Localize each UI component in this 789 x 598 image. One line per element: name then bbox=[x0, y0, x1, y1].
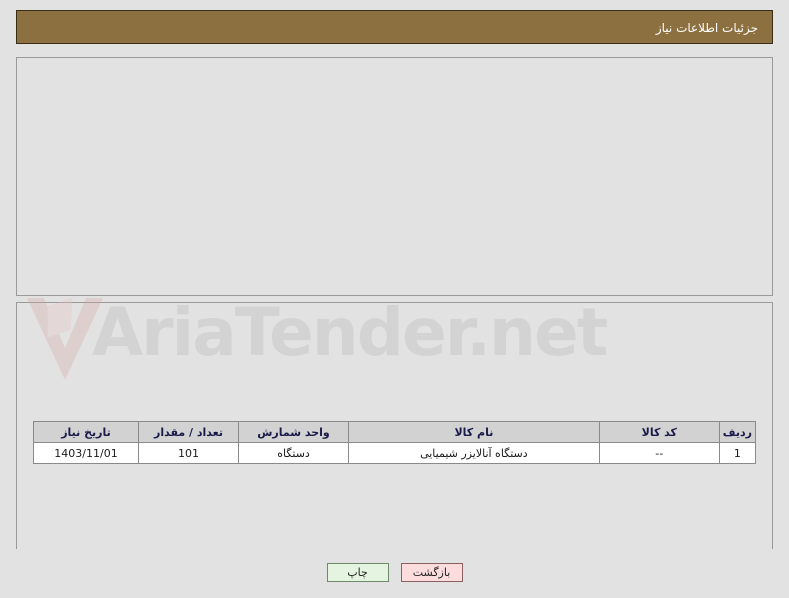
col-need-date: تاریخ نیاز bbox=[33, 421, 139, 443]
footer-button-bar: بازگشت چاپ bbox=[0, 563, 789, 582]
goods-table: ردیف کد کالا نام کالا واحد شمارش تعداد /… bbox=[33, 421, 757, 464]
col-name: نام کالا bbox=[348, 421, 600, 443]
table-header-row: ردیف کد کالا نام کالا واحد شمارش تعداد /… bbox=[33, 421, 757, 443]
cell-name: دستگاه آنالایزر شیمیایی bbox=[348, 442, 600, 464]
cell-row: 1 bbox=[718, 442, 757, 464]
cell-code: -- bbox=[598, 442, 720, 464]
need-info-panel bbox=[16, 57, 773, 296]
print-button[interactable]: چاپ bbox=[326, 563, 389, 582]
page-root: جزئیات اطلاعات نیاز شماره نیاز: 11030976… bbox=[0, 0, 789, 598]
page-title: جزئیات اطلاعات نیاز bbox=[16, 10, 773, 44]
back-button[interactable]: بازگشت bbox=[400, 563, 463, 582]
col-code: کد کالا bbox=[598, 421, 720, 443]
cell-need-date: 1403/11/01 bbox=[33, 442, 139, 464]
col-row: ردیف bbox=[718, 421, 757, 443]
table-row: 1 -- دستگاه آنالایزر شیمیایی دستگاه 101 … bbox=[33, 442, 757, 464]
col-qty: تعداد / مقدار bbox=[138, 421, 239, 443]
col-unit: واحد شمارش bbox=[238, 421, 349, 443]
cell-unit: دستگاه bbox=[238, 442, 349, 464]
cell-qty: 101 bbox=[138, 442, 239, 464]
